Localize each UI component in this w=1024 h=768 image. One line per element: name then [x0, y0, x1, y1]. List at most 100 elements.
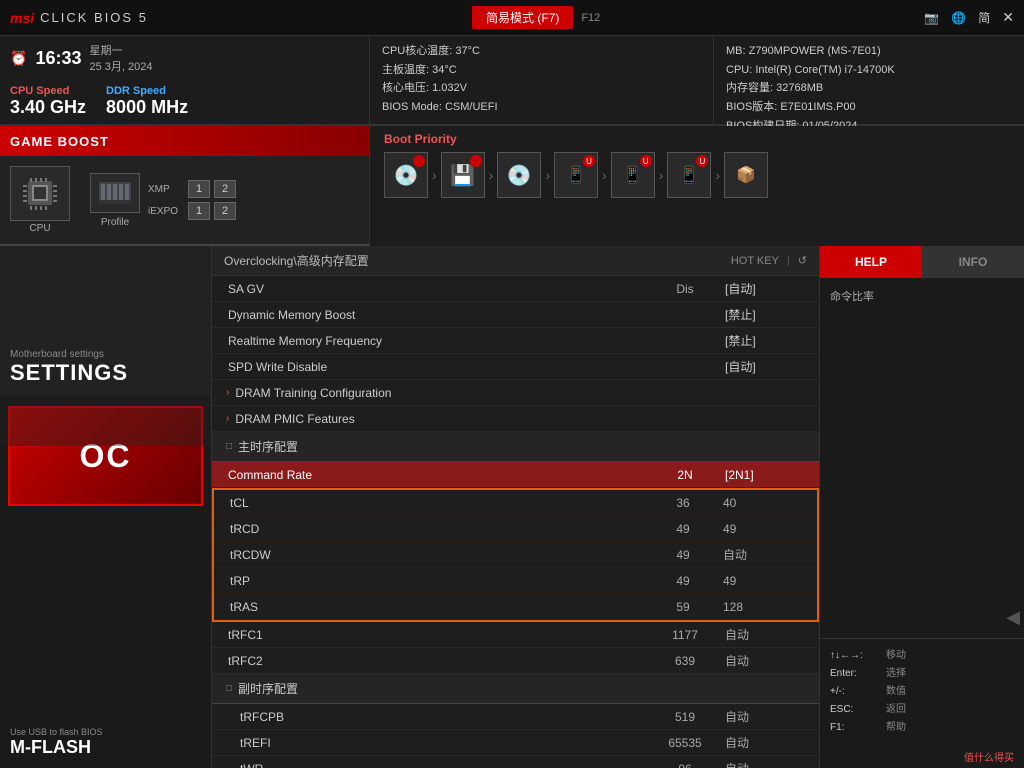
- section-icon: □: [226, 441, 232, 452]
- topbar: msi CLICK BIOS 5 简易模式 (F7) F12 📷 🌐 简 ✕: [0, 0, 1024, 36]
- sys-info-voltage: 核心电压: 1.032V: [382, 79, 701, 98]
- dmb-val2: [禁止]: [725, 306, 805, 323]
- dram-training-name: DRAM Training Configuration: [233, 386, 805, 400]
- boot-device-3[interactable]: 💿: [497, 152, 541, 198]
- speed-row: CPU Speed 3.40 GHz DDR Speed 8000 MHz: [10, 85, 359, 118]
- center-content: Overclocking\高级内存配置 HOT KEY | ↺ SA GV Di…: [212, 246, 819, 768]
- close-button[interactable]: ✕: [1002, 9, 1014, 26]
- help-item-label: 命令比率: [830, 288, 1014, 304]
- setting-row-trfcpb[interactable]: tRFCPB 519 自动: [212, 704, 819, 730]
- setting-row-trcd[interactable]: tRCD 49 49: [214, 516, 817, 542]
- setting-row-trfc2[interactable]: tRFC2 639 自动: [212, 648, 819, 674]
- shortcut-row-2: Enter: 选择: [830, 665, 1014, 683]
- boot-arrow-1: ›: [432, 167, 437, 183]
- mb-info-mb: MB: Z790MPOWER (MS-7E01): [726, 42, 1012, 61]
- setting-row-trefi[interactable]: tREFI 65535 自动: [212, 730, 819, 756]
- command-rate-val2: [2N1]: [725, 468, 805, 482]
- tab-help[interactable]: HELP: [820, 246, 922, 278]
- trp-val1: 49: [643, 574, 723, 588]
- boot-arrow-3: ›: [545, 167, 550, 183]
- infobar-right: MB: Z790MPOWER (MS-7E01) CPU: Intel(R) C…: [714, 36, 1024, 124]
- trcd-name: tRCD: [228, 522, 643, 536]
- boot-device-2[interactable]: 💾: [441, 152, 485, 198]
- boot-device-7[interactable]: 📦: [724, 152, 768, 198]
- trfcpb-val2: 自动: [725, 708, 805, 725]
- boot-arrow-6: ›: [715, 167, 720, 183]
- boot-device-1[interactable]: 💿: [384, 152, 428, 198]
- setting-row-trp[interactable]: tRP 49 49: [214, 568, 817, 594]
- shortcut-desc-1: 移动: [886, 647, 906, 665]
- hotkey-label[interactable]: HOT KEY: [731, 255, 779, 267]
- section-sub-header: □ 副时序配置: [212, 674, 819, 704]
- easy-mode-button[interactable]: 简易模式 (F7): [472, 6, 573, 29]
- mflash-small-label: Use USB to flash BIOS: [10, 727, 201, 737]
- timing-group: tCL 36 40 tRCD 49 49 tRCDW 49 自动 tRP 49: [212, 488, 819, 622]
- boot-badge-1: [413, 155, 425, 167]
- f12-label[interactable]: F12: [581, 12, 600, 24]
- weekday-display: 星期一: [89, 42, 152, 58]
- cpu-icon[interactable]: [10, 166, 70, 221]
- msi-logo: msi: [10, 10, 34, 26]
- tcl-val2: 40: [723, 496, 803, 510]
- setting-row-command-rate[interactable]: Command Rate 2N [2N1]: [212, 462, 819, 488]
- xmp-btn-1[interactable]: 1: [188, 180, 210, 198]
- shortcut-row-3: +/-: 数值: [830, 683, 1014, 701]
- boot-device-5[interactable]: 📱 U: [611, 152, 655, 198]
- topbar-right: 📷 🌐 简 ✕: [924, 9, 1014, 26]
- help-arrow-divider: ◀: [820, 607, 1024, 628]
- ddr-speed-value: 8000 MHz: [106, 97, 188, 118]
- iexpo-btn-2[interactable]: 2: [214, 202, 236, 220]
- sagv-val1: Dis: [645, 282, 725, 296]
- mb-info-bios-ver: BIOS版本: E7E01IMS.P00: [726, 98, 1012, 117]
- trfc2-val1: 639: [645, 654, 725, 668]
- dram-pmic-name: DRAM PMIC Features: [233, 412, 805, 426]
- tras-name: tRAS: [228, 600, 643, 614]
- iexpo-btn-1[interactable]: 1: [188, 202, 210, 220]
- globe-icon[interactable]: 🌐: [951, 11, 966, 25]
- sidebar-spacer: [0, 514, 211, 717]
- profile-mem-icon: Profile: [90, 173, 140, 228]
- boot-arrow-4: ›: [602, 167, 607, 183]
- profiles-row: CPU Profile: [0, 156, 369, 246]
- setting-row-tcl[interactable]: tCL 36 40: [214, 490, 817, 516]
- settings-table: SA GV Dis [自动] Dynamic Memory Boost [禁止]…: [212, 276, 819, 768]
- setting-row-spd[interactable]: SPD Write Disable [自动]: [212, 354, 819, 380]
- back-icon[interactable]: ↺: [798, 254, 807, 267]
- lang-icon[interactable]: 简: [978, 9, 990, 26]
- screenshot-icon[interactable]: 📷: [924, 11, 939, 25]
- setting-row-trfc1[interactable]: tRFC1 1177 自动: [212, 622, 819, 648]
- clock-row: ⏰ 16:33 星期一 25 3月, 2024: [10, 42, 359, 74]
- boot-device-4[interactable]: 📱 U: [554, 152, 598, 198]
- boot-device-6[interactable]: 📱 U: [667, 152, 711, 198]
- section-main-header: □ 主时序配置: [212, 432, 819, 462]
- xmp-label: XMP: [148, 184, 184, 195]
- setting-row-rmf[interactable]: Realtime Memory Frequency [禁止]: [212, 328, 819, 354]
- setting-row-dram-training[interactable]: › DRAM Training Configuration: [212, 380, 819, 406]
- boot-arrow-2: ›: [489, 167, 494, 183]
- sys-info-bios-mode: BIOS Mode: CSM/UEFI: [382, 98, 701, 117]
- settings-small-label: Motherboard settings: [10, 349, 201, 360]
- boot-priority-title: Boot Priority: [384, 132, 1010, 146]
- gameboost-label: GAME BOOST: [10, 134, 109, 149]
- setting-row-twr[interactable]: tWR 96 自动: [212, 756, 819, 768]
- trcdw-val1: 49: [643, 548, 723, 562]
- setting-row-sagv[interactable]: SA GV Dis [自动]: [212, 276, 819, 302]
- cpu-label: CPU: [29, 223, 50, 234]
- help-watermark: 值什么得买: [820, 745, 1024, 768]
- help-tabs: HELP INFO: [820, 246, 1024, 278]
- setting-row-dmb[interactable]: Dynamic Memory Boost [禁止]: [212, 302, 819, 328]
- setting-row-trcdw[interactable]: tRCDW 49 自动: [214, 542, 817, 568]
- setting-row-dram-pmic[interactable]: › DRAM PMIC Features: [212, 406, 819, 432]
- mflash-big-label[interactable]: M-FLASH: [10, 737, 201, 758]
- shortcut-row-4: ESC: 返回: [830, 701, 1014, 719]
- ddr-speed-item: DDR Speed 8000 MHz: [106, 85, 188, 118]
- shortcut-row-1: ↑↓←→: 移动: [830, 647, 1014, 665]
- gameboost-section: GAME BOOST: [0, 126, 1024, 246]
- trfc2-val2: 自动: [725, 652, 805, 669]
- section-main-label: 主时序配置: [238, 438, 298, 455]
- xmp-btn-2[interactable]: 2: [214, 180, 236, 198]
- setting-row-tras[interactable]: tRAS 59 128: [214, 594, 817, 620]
- tab-info[interactable]: INFO: [922, 246, 1024, 278]
- settings-big-label: SETTINGS: [10, 360, 201, 386]
- clock-icon: ⏰: [10, 50, 27, 67]
